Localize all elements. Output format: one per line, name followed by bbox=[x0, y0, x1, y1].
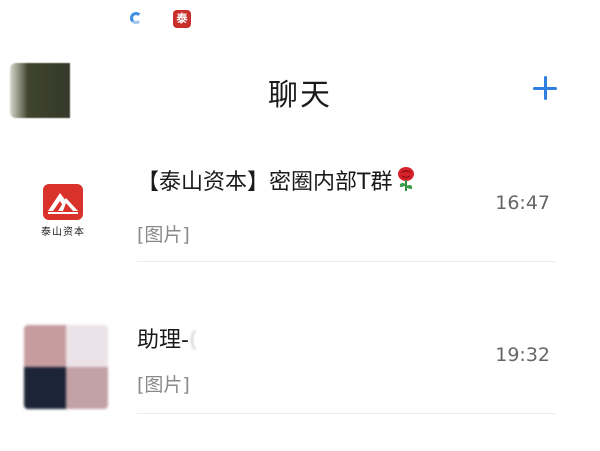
loading-spinner-icon bbox=[130, 12, 142, 24]
mountain-logo-icon bbox=[43, 184, 83, 220]
divider bbox=[137, 413, 555, 414]
chat-list-screen: 泰 聊天 泰山资本 【泰山资本】密圈内部T群 [图片] 16:47 助理-([… bbox=[0, 0, 600, 451]
chat-name-faded: ( bbox=[188, 328, 198, 353]
chat-name-text: 【泰山资本】密圈内部T群 bbox=[137, 170, 393, 195]
plus-icon[interactable] bbox=[528, 70, 562, 106]
message-time: 19:32 bbox=[495, 344, 550, 366]
chat-name-text: 助理- bbox=[137, 328, 189, 353]
message-preview: [图片] bbox=[137, 224, 190, 246]
divider bbox=[137, 261, 555, 262]
page-title: 聊天 bbox=[268, 78, 332, 113]
rose-icon bbox=[394, 166, 418, 192]
chat-name: 助理-( bbox=[137, 322, 198, 354]
taishan-logo-avatar[interactable]: 泰山资本 bbox=[34, 184, 92, 240]
app-notification-icon: 泰 bbox=[173, 10, 191, 28]
blurred-photo-avatar[interactable] bbox=[24, 325, 108, 409]
chat-name: 【泰山资本】密圈内部T群 bbox=[137, 164, 418, 196]
message-time: 16:47 bbox=[495, 192, 550, 214]
avatar-caption: 泰山资本 bbox=[41, 227, 85, 238]
message-preview: [图片] bbox=[137, 374, 190, 396]
chat-list-item[interactable]: 助理-( [图片] 19:32 bbox=[0, 310, 600, 414]
chat-list-item[interactable]: 泰山资本 【泰山资本】密圈内部T群 [图片] 16:47 bbox=[0, 150, 600, 262]
